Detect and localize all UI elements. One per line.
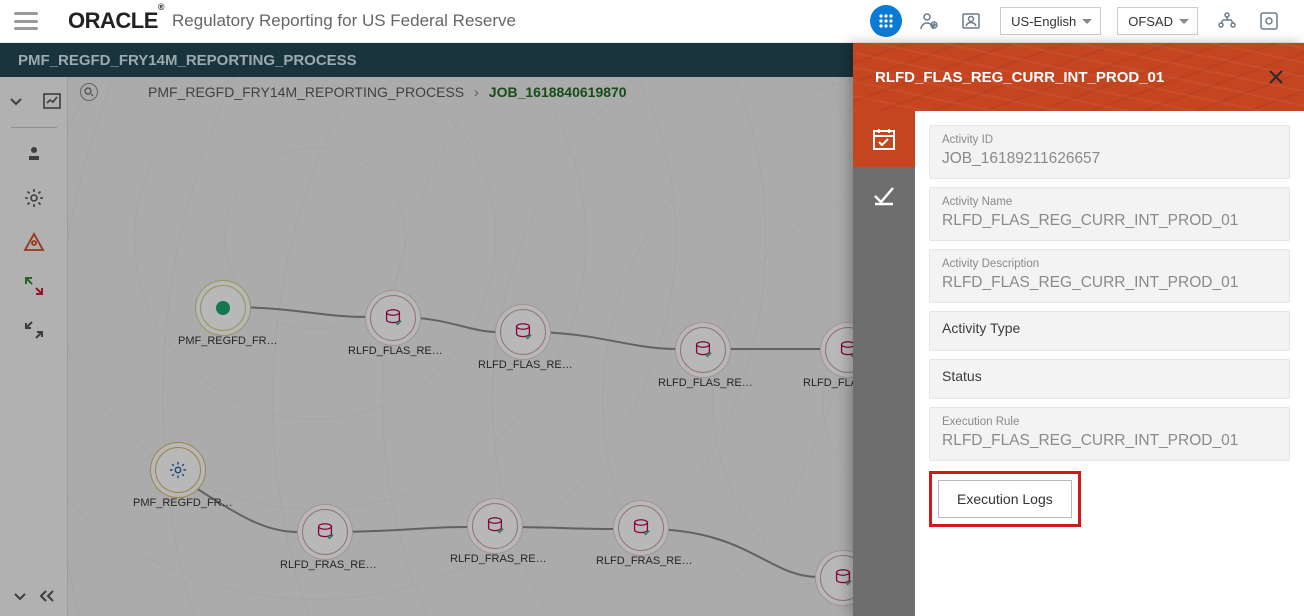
user-select[interactable]: OFSAD — [1117, 7, 1198, 35]
field-value: RLFD_FLAS_REG_CURR_INT_PROD_01 — [942, 212, 1277, 230]
node-config[interactable]: PMF_REGFD_FR… — [133, 447, 223, 509]
execution-logs-highlight: Execution Logs — [929, 471, 1081, 527]
field-label: Status — [942, 368, 1277, 384]
top-bar: ORACLE® Regulatory Reporting for US Fede… — [0, 0, 1304, 43]
field-value: JOB_16189211626657 — [942, 150, 1277, 168]
node-label: RLFD_FLAS_RE… — [478, 359, 568, 371]
node-task[interactable]: RLFD_FLAS_RE… — [658, 327, 748, 389]
logo-text: ORACLE — [68, 8, 158, 33]
oracle-logo: ORACLE® — [68, 8, 164, 34]
node-label: PMF_REGFD_FR… — [133, 497, 223, 509]
field-status[interactable]: Status — [929, 359, 1290, 399]
execution-logs-button[interactable]: Execution Logs — [938, 480, 1072, 518]
node-label: RLFD_FLAS_RE… — [348, 345, 438, 357]
field-exec-rule: Execution Rule RLFD_FLAS_REG_CURR_INT_PR… — [929, 407, 1290, 461]
node-label: RLFD_FRAS_RE… — [450, 553, 540, 565]
chart-icon[interactable] — [38, 87, 66, 115]
tab-status[interactable] — [853, 167, 915, 223]
panel-header: RLFD_FLAS_REG_CURR_INT_PROD_01 — [853, 43, 1304, 111]
field-label: Activity ID — [942, 134, 1277, 146]
node-label: RLFD_FLAS_RE… — [658, 377, 748, 389]
tab-activity[interactable] — [853, 111, 915, 167]
node-task[interactable]: RLFD_FRAS_RE… — [596, 505, 686, 567]
field-label: Activity Description — [942, 258, 1277, 270]
field-label: Execution Rule — [942, 416, 1277, 428]
field-activity-type[interactable]: Activity Type — [929, 311, 1290, 351]
field-value: RLFD_FLAS_REG_CURR_INT_PROD_01 — [942, 432, 1277, 450]
details-panel: RLFD_FLAS_REG_CURR_INT_PROD_01 Activity … — [853, 43, 1304, 616]
node-task[interactable]: RLFD_FLAS_RE… — [478, 309, 568, 371]
node-label: RLFD_FRAS_RE… — [596, 555, 686, 567]
settings-badge-icon[interactable] — [1254, 6, 1284, 36]
node-task[interactable]: RLFD_FRAS_RE… — [450, 503, 540, 565]
person-icon[interactable] — [20, 140, 48, 168]
panel-fields: Activity ID JOB_16189211626657 Activity … — [915, 111, 1304, 616]
breadcrumb: PMF_REGFD_FRY14M_REPORTING_PROCESS › JOB… — [80, 83, 627, 101]
apps-icon[interactable] — [870, 5, 902, 37]
collapse-arrows-icon[interactable] — [20, 316, 48, 344]
alert-icon[interactable] — [20, 228, 48, 256]
node-task[interactable]: RLFD_FRAS_RE… — [280, 509, 370, 571]
menu-icon[interactable] — [14, 12, 38, 30]
breadcrumb-current: JOB_1618840619870 — [489, 84, 627, 100]
app-subtitle: Regulatory Reporting for US Federal Rese… — [172, 11, 516, 31]
field-value: RLFD_FLAS_REG_CURR_INT_PROD_01 — [942, 274, 1277, 292]
search-icon[interactable] — [80, 83, 98, 101]
node-label: PMF_REGFD_FR… — [178, 335, 268, 347]
field-activity-name: Activity Name RLFD_FLAS_REG_CURR_INT_PRO… — [929, 187, 1290, 241]
gear-icon[interactable] — [20, 184, 48, 212]
field-label: Activity Name — [942, 196, 1277, 208]
node-task[interactable]: RLFD_FLAS_RE… — [348, 295, 438, 357]
field-activity-desc: Activity Description RLFD_FLAS_REG_CURR_… — [929, 249, 1290, 303]
panel-title: RLFD_FLAS_REG_CURR_INT_PROD_01 — [875, 69, 1164, 86]
panel-tabs — [853, 111, 915, 616]
language-select[interactable]: US-English — [1000, 7, 1101, 35]
back-double-icon[interactable] — [34, 582, 62, 610]
breadcrumb-sep: › — [474, 84, 479, 100]
breadcrumb-root[interactable]: PMF_REGFD_FRY14M_REPORTING_PROCESS — [148, 84, 464, 100]
field-label: Activity Type — [942, 320, 1277, 336]
language-selected: US-English — [1011, 14, 1076, 29]
node-label: RLFD_FRAS_RE… — [280, 559, 370, 571]
field-activity-id: Activity ID JOB_16189211626657 — [929, 125, 1290, 179]
expand-arrows-icon[interactable] — [20, 272, 48, 300]
profile-card-icon[interactable] — [956, 6, 986, 36]
user-selected: OFSAD — [1128, 14, 1173, 29]
close-icon[interactable] — [1262, 63, 1290, 91]
page-strip-title: PMF_REGFD_FRY14M_REPORTING_PROCESS — [18, 52, 357, 69]
left-rail — [0, 77, 68, 616]
dropdown-icon[interactable] — [6, 582, 34, 610]
node-start[interactable]: PMF_REGFD_FR… — [178, 285, 268, 347]
workspace: PMF_REGFD_FRY14M_REPORTING_PROCESS › JOB… — [0, 77, 1304, 616]
user-admin-icon[interactable] — [914, 6, 944, 36]
collapse-icon[interactable] — [2, 87, 30, 115]
org-icon[interactable] — [1212, 6, 1242, 36]
